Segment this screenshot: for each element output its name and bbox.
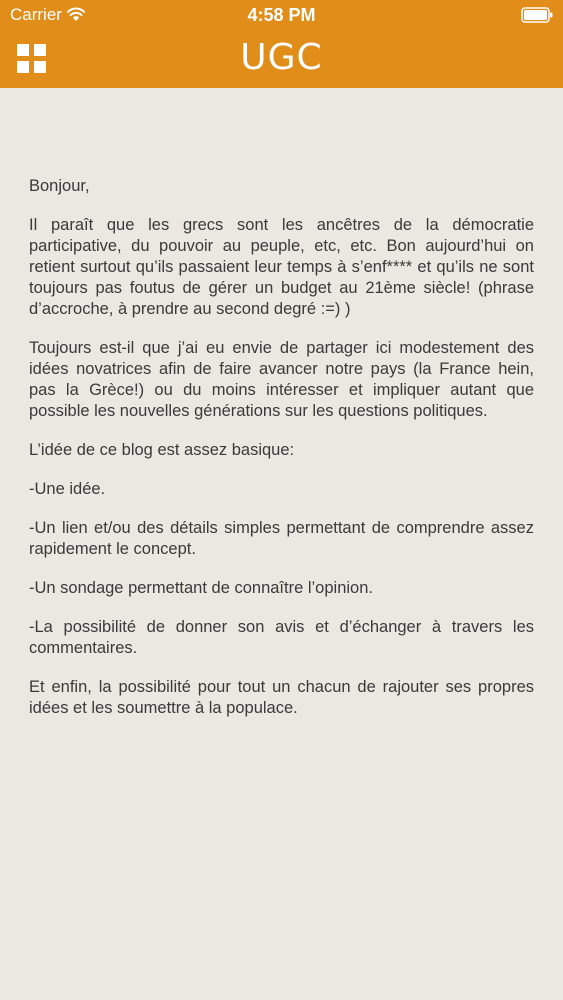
article-paragraph: L’idée de ce blog est assez basique: xyxy=(29,441,295,459)
top-bar: Carrier 4:58 PM UGC xyxy=(0,0,563,88)
article-paragraph: Bonjour, xyxy=(29,177,90,195)
article-paragraph: Toujours est-il que j’ai eu envie de par… xyxy=(29,339,534,420)
status-time: 4:58 PM xyxy=(247,5,316,25)
app-title: UGC xyxy=(240,37,323,78)
article-paragraph: Et enfin, la possibilité pour tout un ch… xyxy=(29,678,534,717)
navigation-bar: UGC xyxy=(0,30,563,88)
article-body: Bonjour, Il paraît que les grecs sont le… xyxy=(29,176,534,737)
status-bar: Carrier 4:58 PM xyxy=(0,0,563,30)
battery-icon xyxy=(521,7,553,23)
article-paragraph: Il paraît que les grecs sont les ancêtre… xyxy=(29,216,534,318)
article-paragraph: -Un lien et/ou des détails simples perme… xyxy=(29,519,534,558)
article-paragraph: -La possibilité de donner son avis et d’… xyxy=(29,618,534,657)
article-paragraph: -Un sondage permettant de connaître l’op… xyxy=(29,579,373,597)
article-paragraph: -Une idée. xyxy=(29,480,106,498)
